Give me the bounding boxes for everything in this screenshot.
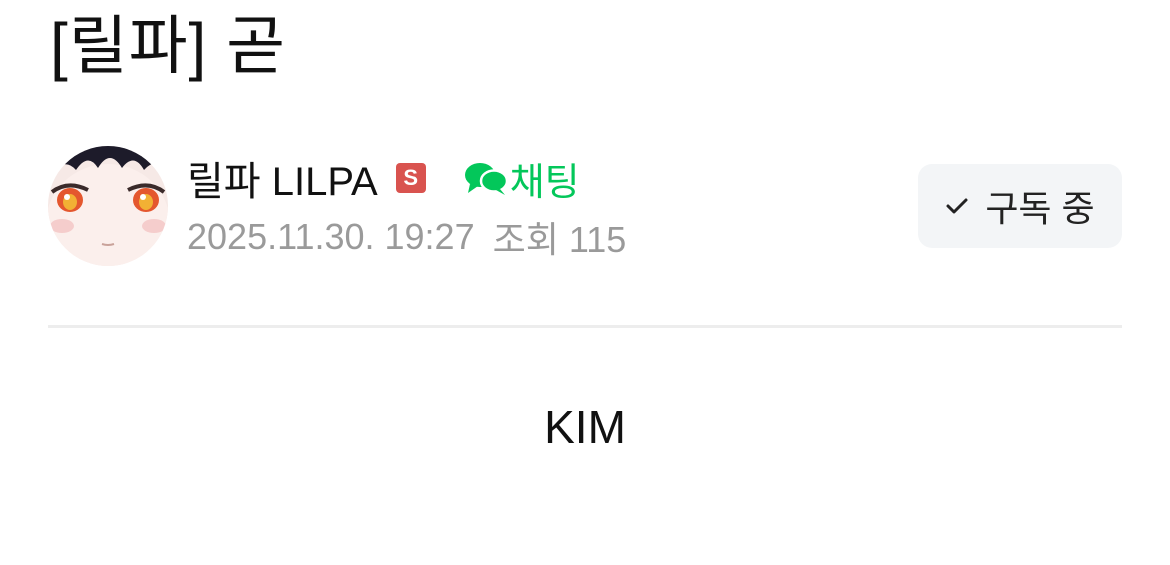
staff-badge: S — [395, 163, 426, 193]
check-icon — [946, 198, 968, 214]
avatar-illustration — [48, 146, 168, 266]
chat-label: 채팅 — [509, 161, 580, 204]
post-title: [릴파] 곧 — [50, 10, 286, 82]
post-body: KIM — [544, 401, 626, 453]
subscribe-label: 구독 중 — [985, 188, 1095, 229]
chat-bubbles-icon — [464, 163, 508, 195]
chat-link[interactable]: 채팅 — [464, 151, 580, 206]
author-avatar[interactable] — [48, 146, 168, 266]
view-count: 조회 115 — [492, 219, 627, 260]
subscribe-button[interactable]: 구독 중 — [918, 164, 1122, 248]
author-name[interactable]: 릴파 LILPA — [187, 149, 378, 207]
author-row: 릴파 LILPA S 채팅 — [187, 150, 580, 206]
post-date: 2025.11.30. 19:27 — [187, 216, 475, 257]
divider — [48, 325, 1122, 328]
post-meta: 2025.11.30. 19:27 조회 115 — [187, 212, 626, 262]
